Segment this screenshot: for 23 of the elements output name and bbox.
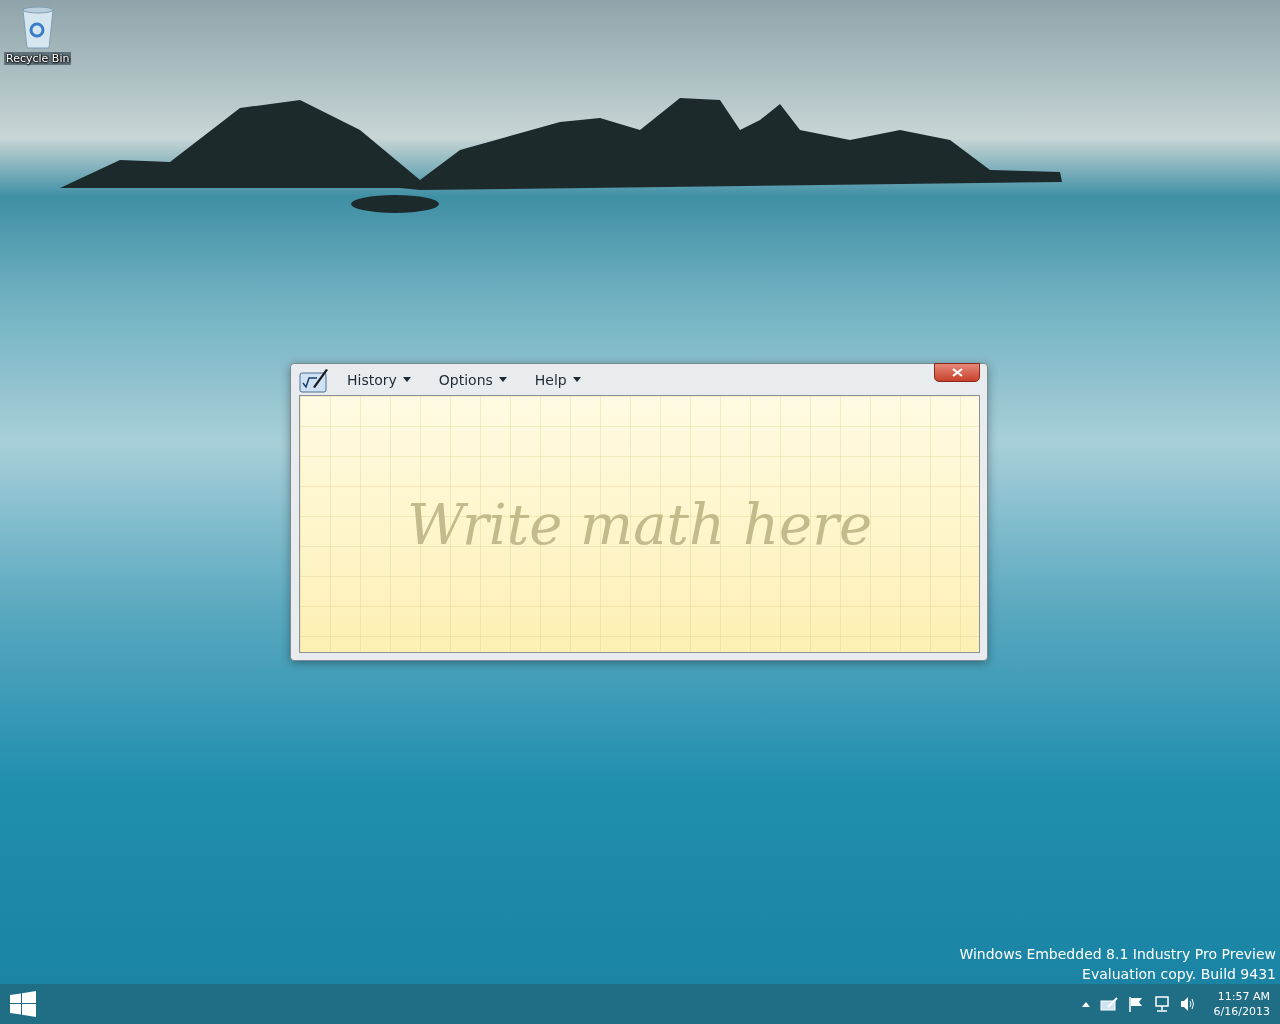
flag-icon[interactable] xyxy=(1127,996,1144,1012)
menu-item[interactable]: History xyxy=(339,369,419,390)
menu-item[interactable]: Help xyxy=(526,369,589,390)
speaker-icon[interactable] xyxy=(1179,996,1196,1012)
hint-text: Write math here xyxy=(406,491,873,557)
desktop-icon-label[interactable]: Recycle Bin xyxy=(4,52,72,65)
pen-tablet-tray-icon[interactable] xyxy=(1099,997,1118,1011)
network-icon[interactable] xyxy=(1153,996,1170,1012)
menu-item[interactable]: Options xyxy=(430,369,515,390)
notice-text: Evaluation copy. Build 9431 xyxy=(1082,966,1276,982)
notice-text: Windows Embedded 8.1 Industry Pro Preview xyxy=(959,946,1276,962)
windows-logo-icon xyxy=(10,991,36,1017)
start-button[interactable] xyxy=(10,991,36,1017)
clock-date[interactable]: 6/16/2013 xyxy=(1213,1004,1270,1019)
caret-icon xyxy=(402,377,411,382)
clock-time[interactable]: 11:57 AM xyxy=(1217,989,1270,1004)
caret-icon xyxy=(498,377,507,382)
caret-icon xyxy=(572,377,581,382)
pen-and-square-root-icon[interactable] xyxy=(299,366,329,393)
trash-bin-icon[interactable] xyxy=(19,6,56,50)
close-icon xyxy=(951,368,963,377)
close-button[interactable] xyxy=(934,363,980,382)
show-hidden-icons-button[interactable] xyxy=(1081,1001,1090,1007)
